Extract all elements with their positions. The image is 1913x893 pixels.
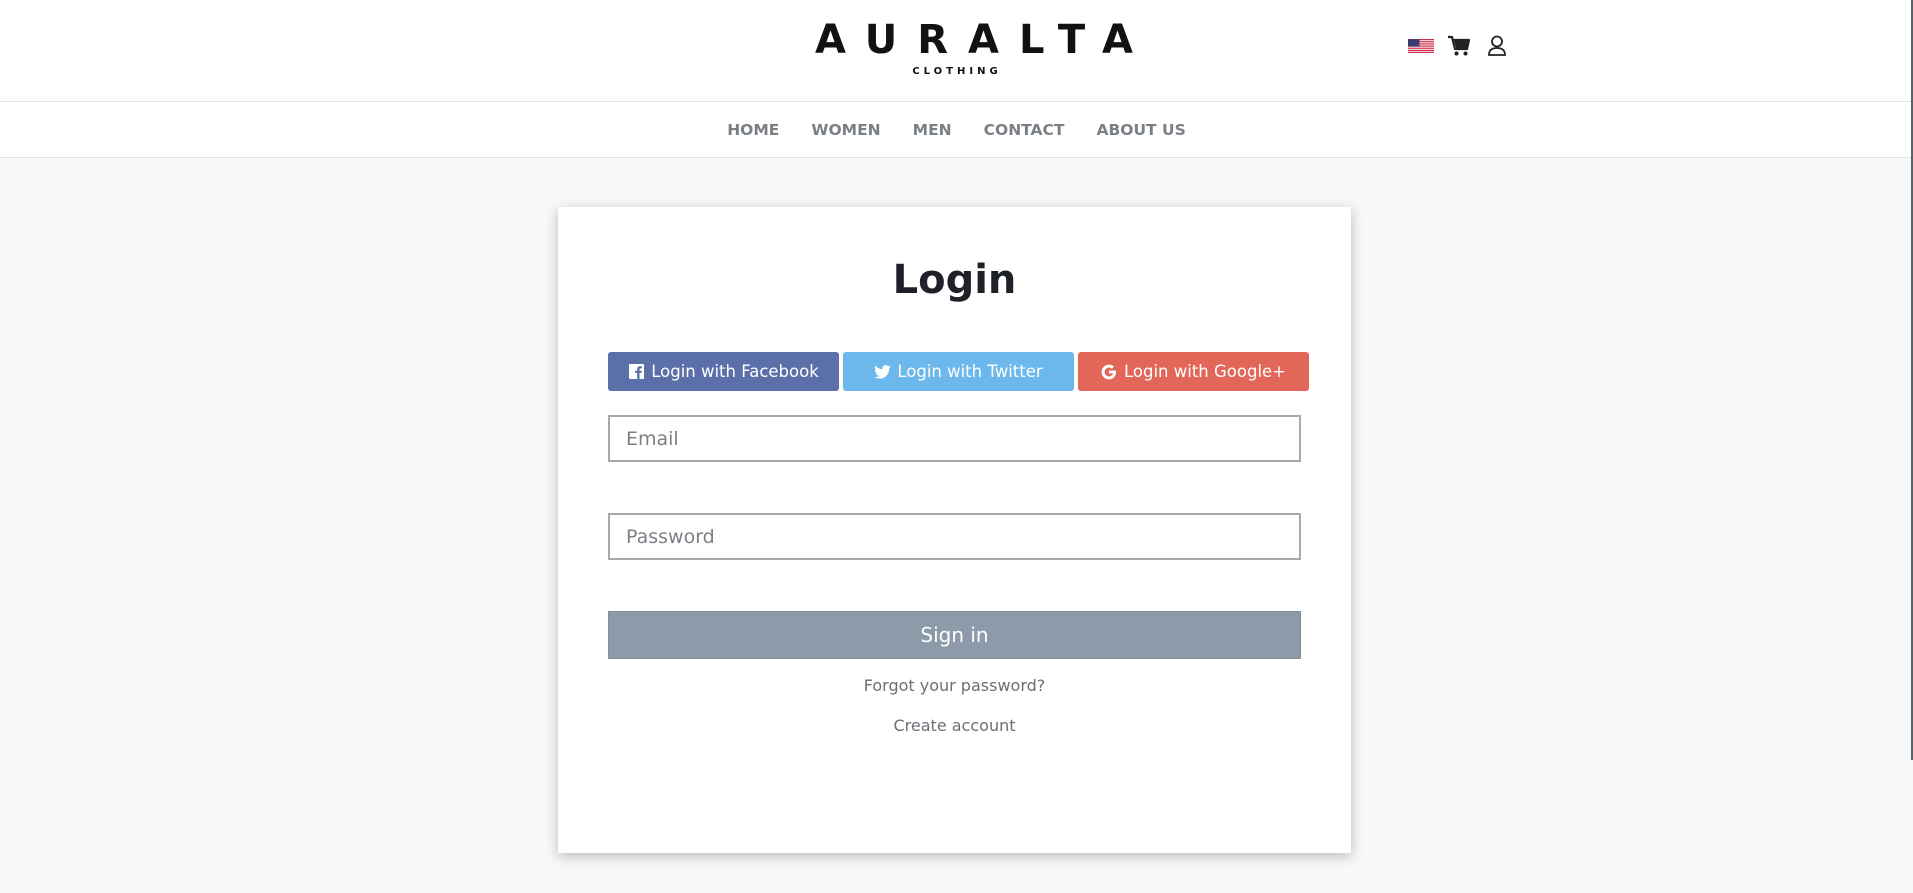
email-input[interactable] [608,415,1301,462]
nav-contact[interactable]: CONTACT [968,121,1081,139]
password-input[interactable] [608,513,1301,560]
nav-home[interactable]: HOME [711,121,795,139]
create-account-link[interactable]: Create account [558,716,1351,735]
top-header: AURALTA CLOTHING [0,0,1913,102]
sign-in-button[interactable]: Sign in [608,611,1301,659]
brand-name: AURALTA [815,17,1153,63]
cart-icon[interactable] [1446,34,1472,58]
brand-tagline: CLOTHING [912,66,1002,77]
facebook-icon [628,363,645,380]
login-facebook-button[interactable]: Login with Facebook [608,352,839,391]
login-twitter-label: Login with Twitter [897,362,1043,381]
header-icons [1408,34,1510,58]
login-google-label: Login with Google+ [1123,362,1287,381]
nav-men[interactable]: MEN [897,121,968,139]
user-icon[interactable] [1484,34,1510,58]
nav-list: HOME WOMEN MEN CONTACT ABOUT US [711,121,1202,139]
login-twitter-button[interactable]: Login with Twitter [843,352,1074,391]
login-google-button[interactable]: Login with Google+ [1078,352,1309,391]
login-card: Login Login with Facebook Login with Twi… [558,207,1351,853]
login-facebook-label: Login with Facebook [651,362,819,381]
forgot-password-link[interactable]: Forgot your password? [558,676,1351,695]
main-nav: HOME WOMEN MEN CONTACT ABOUT US [0,102,1913,158]
us-flag-icon[interactable] [1408,34,1434,58]
login-title: Login [892,257,1017,303]
nav-about-us[interactable]: ABOUT US [1080,121,1201,139]
twitter-icon [874,363,892,380]
google-icon [1101,363,1118,380]
nav-women[interactable]: WOMEN [795,121,896,139]
us-flag-graphic [1408,39,1434,53]
brand-logo[interactable]: AURALTA CLOTHING [795,17,1153,77]
social-login-row: Login with Facebook Login with Twitter L… [608,352,1309,391]
